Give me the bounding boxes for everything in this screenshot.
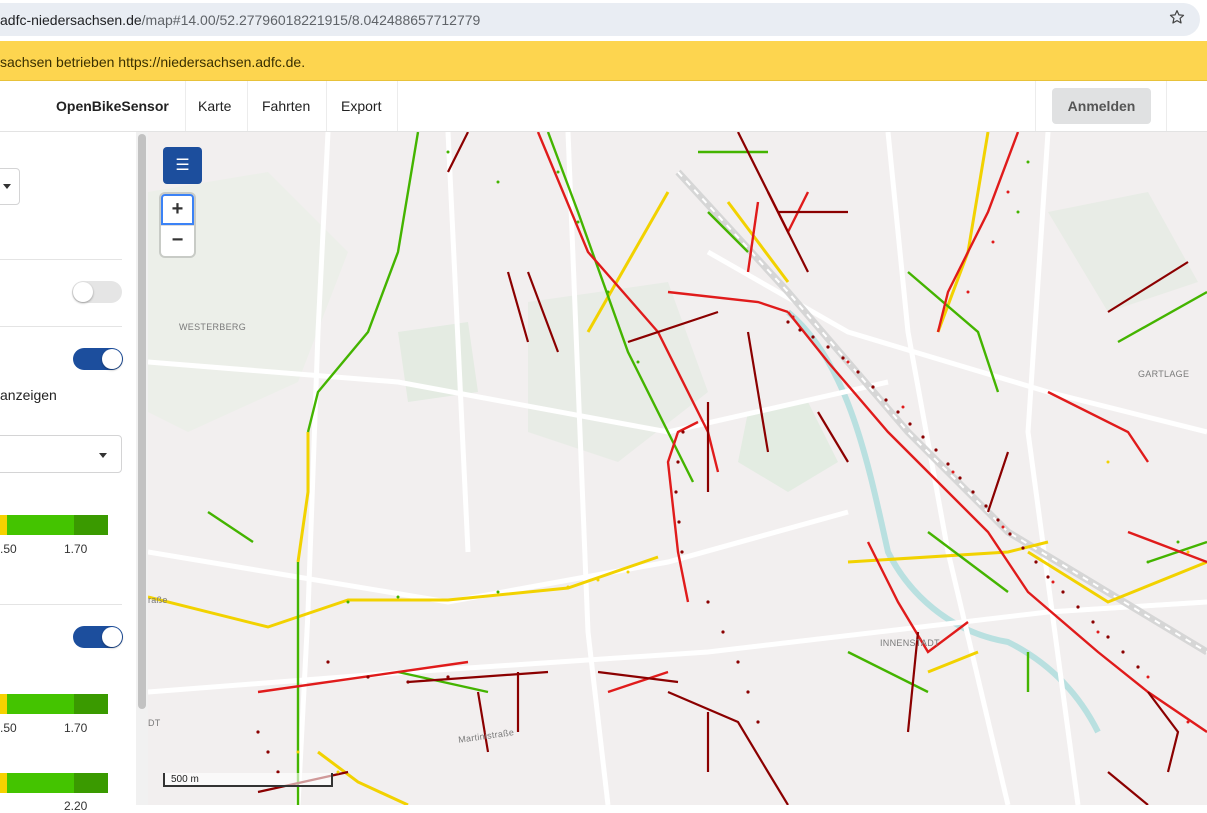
- map-label-gartlage: GARTLAGE: [1138, 369, 1190, 379]
- scale-segment: [7, 694, 40, 714]
- scale-tick: .50: [0, 721, 17, 735]
- toggle-1[interactable]: [72, 281, 122, 303]
- url-text[interactable]: adfc-niedersachsen.de/map#14.00/52.27796…: [0, 12, 480, 28]
- zoom-in-button[interactable]: +: [161, 194, 194, 225]
- sidebar: anzeigen .50 1.70 .50 1.70 2.20: [0, 132, 148, 813]
- scale-tick: 2.20: [64, 799, 88, 813]
- sidebar-scrollbar-thumb[interactable]: [138, 134, 146, 709]
- login-area: Anmelden: [1035, 81, 1167, 131]
- scale-segment: [0, 515, 7, 535]
- toggle-2[interactable]: [73, 348, 123, 370]
- road-darkred: [257, 132, 1189, 805]
- scale-tick: .50: [0, 542, 17, 556]
- scale-bar-label: 500 m: [171, 774, 199, 785]
- scale-segment: [0, 773, 7, 793]
- scale-segment: [0, 694, 7, 714]
- park-area: [528, 282, 708, 462]
- address-bar[interactable]: adfc-niedersachsen.de/map#14.00/52.27796…: [0, 3, 1200, 36]
- map-canvas[interactable]: WESTERBERG GARTLAGE INNENSTADT Martinist…: [148, 132, 1207, 805]
- scale-segment: [7, 515, 40, 535]
- map-scale-bar: 500 m: [163, 773, 333, 787]
- sidebar-dropdown-top[interactable]: [0, 168, 20, 205]
- map-base: [148, 132, 1207, 805]
- zoom-out-button[interactable]: −: [161, 225, 194, 256]
- map-label-dt: DT: [148, 718, 161, 728]
- park-area: [1048, 192, 1198, 312]
- divider: [0, 259, 122, 260]
- url-host: adfc-niedersachsen.de: [0, 12, 142, 28]
- login-button[interactable]: Anmelden: [1052, 88, 1151, 124]
- toggle-knob: [102, 627, 122, 647]
- scale-segment: [40, 773, 74, 793]
- map-menu-button[interactable]: ☰: [163, 147, 202, 184]
- banner-text: sachsen betrieben https://niedersachsen.…: [0, 54, 306, 70]
- park-area: [738, 402, 838, 492]
- color-scale-1: [0, 515, 108, 535]
- nav-item-fahrten[interactable]: Fahrten: [246, 81, 328, 131]
- nav-item-karte[interactable]: Karte: [182, 81, 249, 131]
- color-scale-3: [0, 773, 108, 793]
- url-path: /map#14.00/52.27796018221915/8.042488657…: [141, 12, 481, 28]
- map-label-innenstadt: INNENSTADT: [880, 638, 940, 648]
- toggle-knob: [73, 282, 93, 302]
- scale-segment: [74, 773, 108, 793]
- scale-segment: [7, 773, 40, 793]
- top-navbar: OpenBikeSensor Karte Fahrten Export Anme…: [0, 81, 1207, 132]
- info-banner: sachsen betrieben https://niedersachsen.…: [0, 41, 1207, 81]
- brand-link[interactable]: OpenBikeSensor: [40, 81, 186, 131]
- nav-item-export[interactable]: Export: [325, 81, 399, 131]
- measurement-dots: [256, 150, 1190, 774]
- divider: [0, 326, 122, 327]
- chevron-down-icon: [3, 184, 11, 189]
- scale-segment: [74, 515, 108, 535]
- scale-segment: [74, 694, 108, 714]
- scale-tick: 1.70: [64, 542, 88, 556]
- map-label-westerberg: WESTERBERG: [179, 322, 247, 332]
- toggle-3[interactable]: [73, 626, 123, 648]
- browser-address-row: adfc-niedersachsen.de/map#14.00/52.27796…: [0, 0, 1207, 41]
- chevron-down-icon: [99, 453, 107, 458]
- sidebar-dropdown-middle[interactable]: [0, 435, 122, 473]
- scale-segment: [40, 515, 74, 535]
- toggle-2-label: anzeigen: [0, 387, 57, 403]
- divider: [0, 604, 122, 605]
- star-icon[interactable]: [1169, 9, 1185, 25]
- toggle-knob: [102, 349, 122, 369]
- hamburger-icon: ☰: [175, 157, 190, 174]
- scale-segment: [40, 694, 74, 714]
- scale-tick: 1.70: [64, 721, 88, 735]
- map-label-strasse: raße: [148, 595, 168, 605]
- color-scale-2: [0, 694, 108, 714]
- zoom-control: + −: [161, 194, 194, 256]
